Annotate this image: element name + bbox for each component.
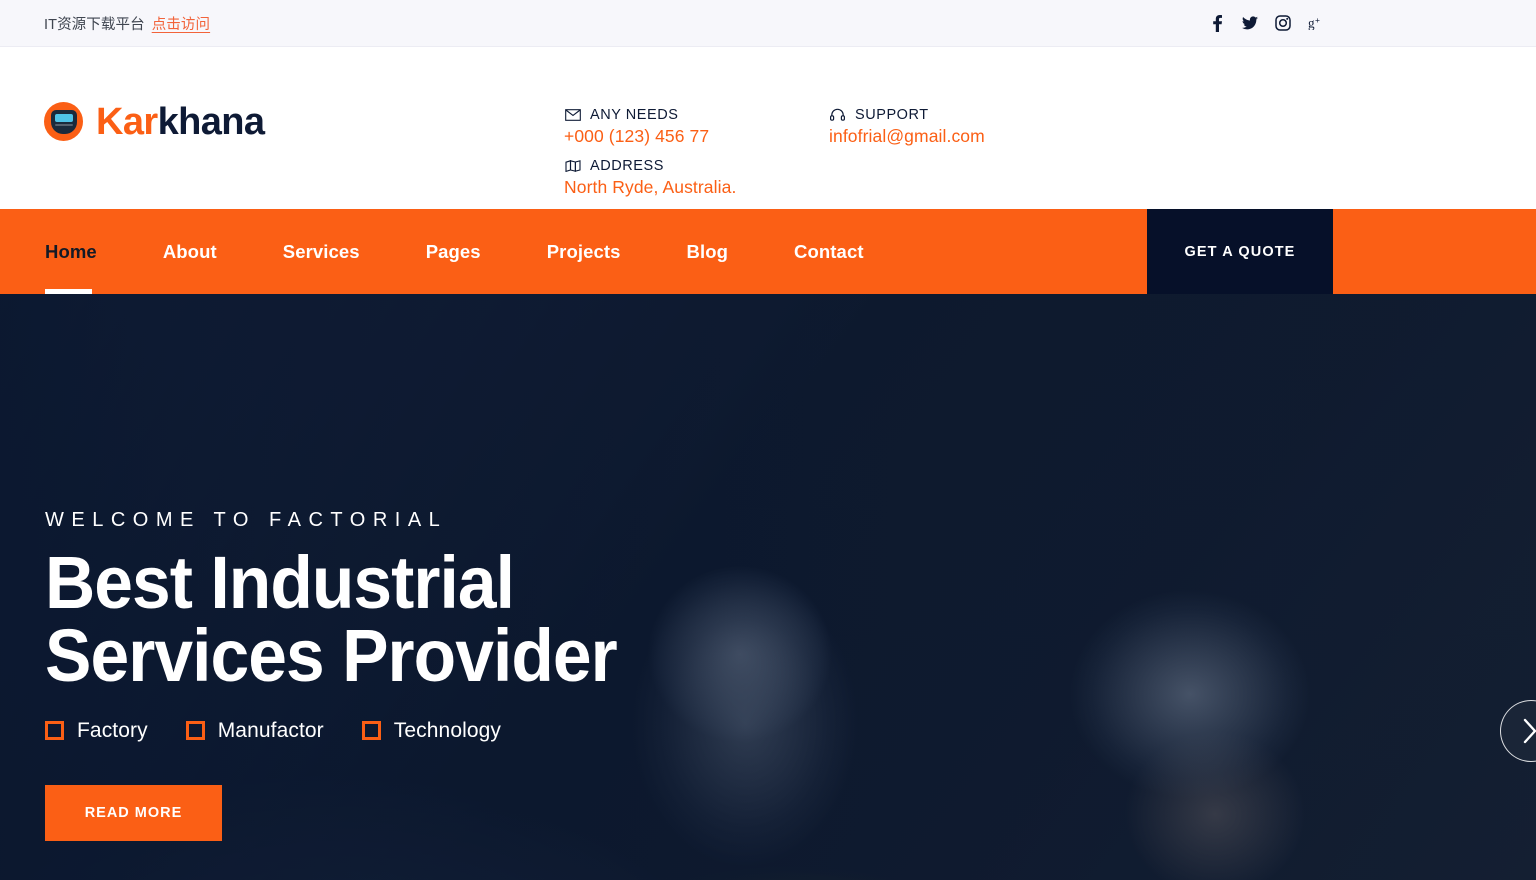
hero-feature-label: Technology [393, 718, 502, 742]
svg-text:+: + [1315, 16, 1320, 25]
contact-address: ADDRESS North Ryde, Australia. [564, 158, 829, 198]
brand-name: Karkhana [96, 100, 265, 143]
contact-any-needs: ANY NEEDS +000 (123) 456 77 [564, 107, 829, 147]
announcement-text-group: IT资源下载平台 点击访问 [44, 13, 210, 34]
hero-title: Best Industrial Services Provider [45, 541, 1447, 698]
svg-text:g: g [1308, 16, 1315, 30]
headset-icon [829, 108, 846, 123]
nav-item-home[interactable]: Home [45, 209, 130, 294]
map-icon [564, 159, 581, 174]
contact-label-row: SUPPORT [829, 107, 1094, 123]
hero-slider: WELCOME TO FACTORIAL Best Industrial Ser… [0, 294, 1536, 880]
hero-feature-factory[interactable]: Factory [45, 719, 148, 743]
announcement-text: IT资源下载平台 [44, 16, 145, 33]
site-header: Karkhana ANY NEEDS +000 (123) 456 77 ADD… [0, 47, 1536, 209]
hero-feature-label: Manufactor [217, 718, 324, 742]
nav-items: Home About Services Pages Projects Blog … [0, 209, 864, 294]
contact-label-row: ADDRESS [564, 158, 829, 174]
nav-item-blog[interactable]: Blog [687, 209, 762, 294]
checkbox-square-icon [45, 721, 64, 740]
nav-item-pages[interactable]: Pages [426, 209, 514, 294]
contact-label-row: ANY NEEDS [564, 107, 829, 123]
brand-name-part1: Kar [96, 100, 158, 143]
googleplus-icon[interactable]: g + [1308, 14, 1324, 32]
main-navigation-bar: Home About Services Pages Projects Blog … [0, 209, 1536, 294]
nav-item-services[interactable]: Services [283, 209, 393, 294]
hero-feature-technology[interactable]: Technology [361, 718, 502, 743]
chevron-right-icon [1523, 718, 1536, 744]
hero-content: WELCOME TO FACTORIAL Best Industrial Ser… [0, 294, 1536, 841]
facebook-icon[interactable] [1209, 14, 1225, 32]
hero-title-line-2: Services Provider [45, 614, 618, 698]
contact-column-left: ANY NEEDS +000 (123) 456 77 ADDRESS Nort… [564, 107, 829, 209]
hero-feature-list: Factory Manufactor Technology [45, 719, 1536, 743]
twitter-icon[interactable] [1242, 14, 1258, 32]
nav-item-contact[interactable]: Contact [794, 209, 864, 294]
contact-label-any-needs: ANY NEEDS [590, 107, 679, 123]
contact-label-address: ADDRESS [590, 158, 664, 174]
nav-item-about[interactable]: About [163, 209, 250, 294]
announcement-link[interactable]: 点击访问 [152, 13, 210, 34]
contact-email-value[interactable]: infofrial@gmail.com [829, 126, 1094, 147]
brand-name-part2: khana [157, 100, 265, 143]
hero-title-line-1: Best Industrial [45, 541, 515, 624]
top-announcement-bar: IT资源下载平台 点击访问 g + [0, 0, 1536, 47]
instagram-icon[interactable] [1275, 14, 1291, 32]
contact-support: SUPPORT infofrial@gmail.com [829, 107, 1094, 147]
social-links: g + [1209, 14, 1514, 32]
hero-feature-manufactor[interactable]: Manufactor [185, 718, 324, 743]
contact-label-support: SUPPORT [855, 107, 929, 123]
brand-logo[interactable]: Karkhana [44, 102, 564, 141]
envelope-icon [564, 108, 581, 123]
contact-column-right: SUPPORT infofrial@gmail.com [829, 107, 1094, 209]
checkbox-square-icon [185, 721, 205, 740]
contact-address-value[interactable]: North Ryde, Australia. [564, 177, 829, 198]
hero-feature-label: Factory [77, 718, 148, 742]
contact-phone-value[interactable]: +000 (123) 456 77 [564, 126, 829, 147]
hero-kicker: WELCOME TO FACTORIAL [45, 509, 448, 531]
nav-item-projects[interactable]: Projects [547, 209, 654, 294]
welding-helmet-icon [44, 102, 83, 141]
header-contact-info: ANY NEEDS +000 (123) 456 77 ADDRESS Nort… [564, 102, 1094, 209]
checkbox-square-icon [361, 721, 381, 740]
get-a-quote-button[interactable]: GET A QUOTE [1147, 209, 1333, 294]
read-more-button[interactable]: READ MORE [45, 784, 222, 841]
